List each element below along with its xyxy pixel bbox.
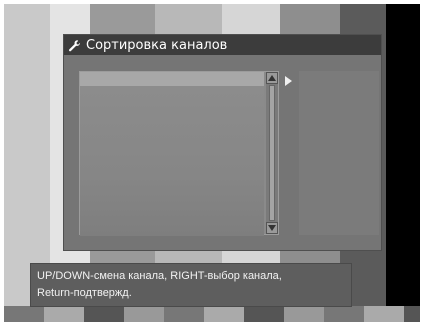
scrollbar-track[interactable] xyxy=(269,85,275,221)
dialog-titlebar: Сортировка каналов xyxy=(64,35,381,55)
selection-panel xyxy=(299,71,379,235)
hint-bar: UP/DOWN-смена канала, RIGHT-выбор канала… xyxy=(30,263,352,307)
scrollbar[interactable] xyxy=(266,72,278,234)
wrench-icon xyxy=(68,38,82,52)
list-body[interactable] xyxy=(80,86,264,236)
dialog-title: Сортировка каналов xyxy=(86,37,228,53)
scroll-down-icon[interactable] xyxy=(266,222,278,234)
channel-list[interactable] xyxy=(79,71,279,236)
list-header-row xyxy=(80,72,264,86)
right-arrow-icon xyxy=(285,76,292,86)
background-stripe xyxy=(386,4,420,322)
channel-sort-dialog: Сортировка каналов xyxy=(63,34,382,251)
scroll-up-icon[interactable] xyxy=(266,72,278,84)
hint-line-1: UP/DOWN-смена канала, RIGHT-выбор канала… xyxy=(37,270,282,282)
background-band xyxy=(4,306,420,322)
hint-line-2: Return-подтвержд. xyxy=(37,287,132,299)
tv-screen: Сортировка каналов UP/DOWN-смена канала,… xyxy=(4,4,420,322)
